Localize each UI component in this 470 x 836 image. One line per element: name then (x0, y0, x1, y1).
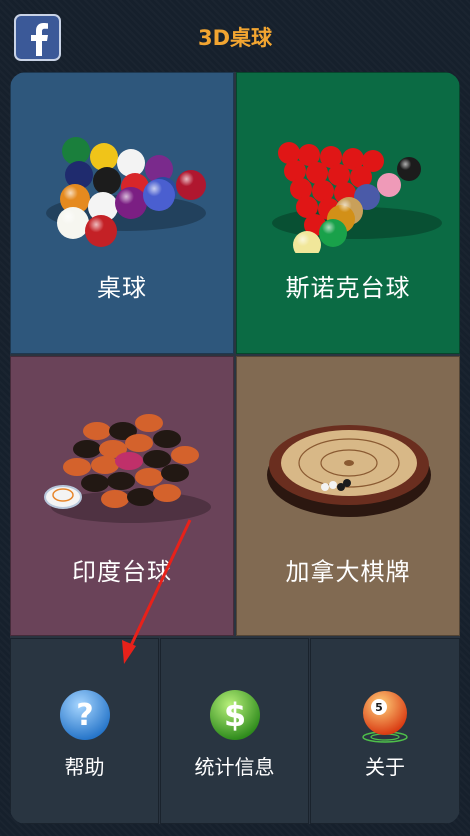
help-question-icon: ? (59, 690, 110, 740)
crokinole-board-icon (267, 425, 431, 517)
svg-text:5: 5 (375, 701, 383, 714)
dollar-stats-icon: $ (209, 690, 260, 740)
about-button[interactable]: 5 关于 (310, 638, 460, 824)
game-mode-board: 桌球 斯诺克台球 印度台球 加拿大棋牌 ? 帮助 $ 统计信息 5 关于 (10, 72, 460, 824)
tile-carrom[interactable]: 印度台球 (10, 356, 234, 636)
bottom-button-row: ? 帮助 $ 统计信息 5 关于 (10, 638, 460, 824)
carrom-coins-icon (44, 414, 211, 523)
pool-balls-rack-icon (46, 137, 206, 247)
snooker-balls-rack-icon (272, 142, 442, 253)
tile-label-carrom: 印度台球 (72, 558, 172, 586)
stats-label: 统计信息 (194, 755, 275, 779)
tile-snooker[interactable]: 斯诺克台球 (236, 72, 460, 354)
svg-text:?: ? (76, 698, 93, 733)
stats-button[interactable]: $ 统计信息 (160, 638, 309, 824)
tile-label-pool: 桌球 (97, 274, 147, 302)
svg-text:$: $ (223, 696, 245, 734)
help-label: 帮助 (64, 755, 105, 779)
tile-pool[interactable]: 桌球 (10, 72, 234, 354)
tile-label-crokinole: 加拿大棋牌 (285, 558, 411, 586)
tile-label-snooker: 斯诺克台球 (285, 274, 411, 302)
about-label: 关于 (365, 755, 405, 779)
ball-five-about-icon: 5 (362, 691, 408, 743)
top-bar: 3D桌球 (0, 0, 470, 72)
help-button[interactable]: ? 帮助 (10, 638, 159, 824)
tile-crokinole[interactable]: 加拿大棋牌 (236, 356, 460, 636)
app-title: 3D桌球 (197, 26, 273, 50)
